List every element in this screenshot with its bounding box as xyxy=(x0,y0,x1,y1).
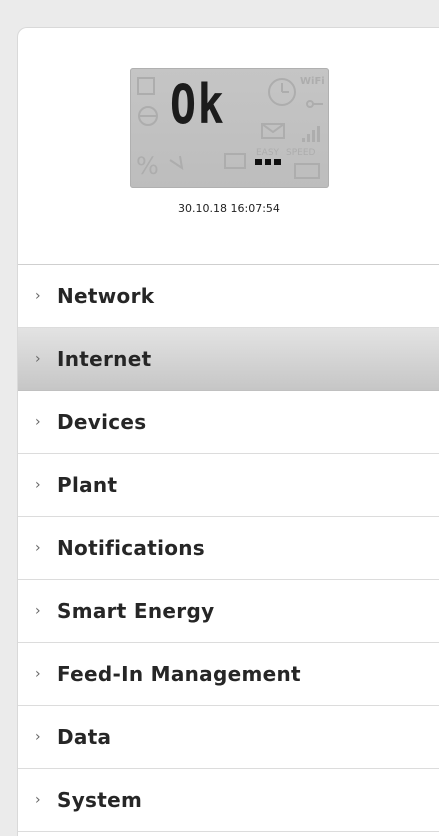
menu-item-system[interactable]: › System xyxy=(18,769,439,832)
lcd-ghost-speed: SPEED xyxy=(286,148,316,158)
menu-item-label: Plant xyxy=(57,473,118,497)
menu-item-label: Smart Energy xyxy=(57,599,215,623)
device-timestamp: 30.10.18 16:07:54 xyxy=(178,202,280,215)
menu-item-label: Devices xyxy=(57,410,147,434)
lcd-status-text: Ok xyxy=(170,73,226,136)
chevron-right-icon: › xyxy=(35,666,41,682)
chevron-right-icon: › xyxy=(35,351,41,367)
chevron-right-icon: › xyxy=(35,477,41,493)
menu-item-network[interactable]: › Network xyxy=(18,265,439,328)
menu-item-label: Notifications xyxy=(57,536,206,560)
menu-item-internet[interactable]: › Internet xyxy=(18,328,439,391)
lcd-progress-dots xyxy=(255,159,282,165)
main-menu: › Network › Internet › Devices › Plant › Noti… xyxy=(18,265,439,832)
chevron-right-icon: › xyxy=(35,288,41,304)
menu-item-devices[interactable]: › Devices xyxy=(18,391,439,454)
menu-item-notifications[interactable]: › Notifications xyxy=(18,517,439,580)
menu-item-label: Network xyxy=(57,284,155,308)
chevron-right-icon: › xyxy=(35,603,41,619)
device-status-area: WiFi EASY SPEED % Ok 30.10.18 16:07:54 xyxy=(18,28,439,265)
menu-item-label: Data xyxy=(57,725,112,749)
menu-item-label: Feed-In Management xyxy=(57,662,301,686)
sidebar-panel: WiFi EASY SPEED % Ok 30.10.18 16:07:54 ›… xyxy=(17,27,439,836)
lcd-ghost-wifi: WiFi xyxy=(300,76,325,87)
chevron-right-icon: › xyxy=(35,540,41,556)
menu-item-data[interactable]: › Data xyxy=(18,706,439,769)
lcd-display: WiFi EASY SPEED % Ok xyxy=(130,68,329,188)
menu-item-label: Internet xyxy=(57,347,152,371)
menu-item-label: System xyxy=(57,788,143,812)
menu-item-feed-in-management[interactable]: › Feed-In Management xyxy=(18,643,439,706)
chevron-right-icon: › xyxy=(35,729,41,745)
chevron-right-icon: › xyxy=(35,414,41,430)
menu-item-smart-energy[interactable]: › Smart Energy xyxy=(18,580,439,643)
lcd-ghost-easy: EASY xyxy=(256,148,280,158)
chevron-right-icon: › xyxy=(35,792,41,808)
lcd-ghost-percent: % xyxy=(136,152,159,180)
menu-item-plant[interactable]: › Plant xyxy=(18,454,439,517)
